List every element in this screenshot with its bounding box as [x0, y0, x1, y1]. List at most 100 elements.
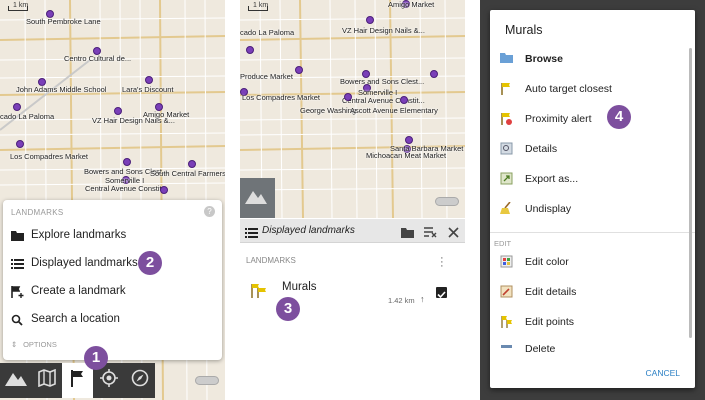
close-icon[interactable] — [448, 225, 459, 243]
panel-displayed-landmarks: 1 km cado La Paloma VZ Hair Design Nails… — [240, 0, 465, 400]
details-icon — [500, 142, 513, 155]
list-remove-icon[interactable] — [424, 225, 437, 243]
mountain-icon[interactable] — [245, 188, 267, 209]
edit-section-label: EDIT — [494, 239, 512, 248]
map-poi-marker[interactable] — [13, 103, 21, 111]
flags-icon — [250, 282, 268, 303]
list-icon — [11, 258, 24, 269]
folder-icon[interactable] — [401, 225, 414, 243]
dialog-item-label: Details — [525, 142, 558, 155]
map-label: George Washing — [300, 106, 357, 115]
panel-landmarks-menu: 1 km South Pembroke Lane Centro Cultural… — [0, 0, 225, 400]
map-label: John Adams Middle School — [16, 85, 107, 94]
map-label: Central Avenue Constit... — [342, 96, 425, 105]
edit-color-item[interactable]: Edit color — [500, 255, 569, 268]
help-icon[interactable]: ? — [204, 206, 215, 217]
edit-details-item[interactable]: Edit details — [500, 285, 576, 298]
map-label: Ascott Avenue Elementary — [350, 106, 438, 115]
dialog-item-label: Export as... — [525, 172, 579, 185]
map-view[interactable]: 1 km cado La Paloma VZ Hair Design Nails… — [240, 0, 465, 218]
auto-target-closest-item[interactable]: Auto target closest — [500, 82, 612, 95]
explore-landmarks-item[interactable]: Explore landmarks — [11, 229, 126, 241]
map-poi-marker[interactable] — [400, 96, 408, 104]
map-poi-marker[interactable] — [123, 158, 131, 166]
scrollbar[interactable] — [689, 48, 692, 338]
map-label: VZ Hair Design Nails &... — [342, 26, 425, 35]
map-poi-marker[interactable] — [366, 16, 374, 24]
dialog-item-label: Undisplay — [525, 202, 572, 215]
menu-item-label: Displayed landmarks — [31, 257, 138, 269]
map-poi-marker[interactable] — [188, 160, 196, 168]
map-label: Amigo Market — [388, 0, 435, 9]
map-poi-marker[interactable] — [160, 186, 168, 194]
undisplay-item[interactable]: Undisplay — [500, 201, 572, 215]
browse-item[interactable]: Browse — [500, 52, 563, 65]
expand-icon: ⇕ — [11, 340, 18, 349]
more-options-icon[interactable]: · · · — [440, 253, 444, 272]
map-label: Michoacan Meat Market — [366, 151, 447, 160]
create-landmark-item[interactable]: Create a landmark — [11, 285, 126, 298]
compass-icon — [131, 369, 149, 392]
map-poi-marker[interactable] — [145, 76, 153, 84]
drag-handle[interactable] — [195, 376, 219, 385]
map-label: South Pembroke Lane — [26, 17, 101, 26]
dialog-item-label: Edit points — [525, 315, 575, 328]
dialog-title: Murals — [505, 23, 543, 37]
map-poi-marker[interactable] — [430, 70, 438, 78]
dialog-item-label: Edit details — [525, 285, 577, 298]
landmark-actions-dialog: Murals Browse Auto target closest Proxim… — [490, 10, 695, 388]
map-label: cado La Paloma — [0, 112, 55, 121]
map-label: Los Compadres Market — [10, 152, 88, 161]
displayed-landmarks-toolbar: Displayed landmarks — [240, 219, 465, 243]
menu-item-label: Explore landmarks — [31, 229, 127, 241]
flag-icon — [500, 82, 513, 95]
list-icon — [245, 225, 258, 243]
export-item[interactable]: Export as... — [500, 172, 578, 185]
scale-label: 1 km — [253, 2, 269, 9]
map-poi-marker[interactable] — [16, 140, 24, 148]
divider — [490, 232, 695, 233]
landmarks-menu: LANDMARKS ? Explore landmarks Displayed … — [3, 200, 222, 360]
proximity-alert-item[interactable]: Proximity alert — [500, 112, 592, 125]
step-badge: 1 — [84, 346, 108, 370]
cancel-button[interactable]: CANCEL — [646, 368, 680, 378]
color-palette-icon — [500, 255, 513, 268]
edit-points-item[interactable]: Edit points — [500, 315, 574, 328]
map-button[interactable] — [31, 363, 62, 398]
menu-item-label: Create a landmark — [31, 285, 126, 297]
map-label: Centro Cultural de... — [64, 54, 132, 63]
map-poi-marker[interactable] — [405, 136, 413, 144]
drag-handle[interactable] — [435, 197, 459, 206]
export-icon — [500, 172, 513, 185]
compass-button[interactable] — [124, 363, 155, 398]
proximity-flag-icon — [500, 112, 513, 125]
flag-icon — [70, 369, 86, 392]
map-label: Central Avenue Constit... — [85, 184, 168, 193]
mountain-button[interactable] — [0, 363, 31, 398]
dialog-item-label: Edit color — [525, 255, 569, 268]
map-icon — [37, 368, 56, 392]
map-poi-marker[interactable] — [246, 46, 254, 54]
landmarks-button[interactable] — [62, 363, 93, 398]
scale-label: 1 km — [13, 2, 29, 9]
dialog-item-label: Proximity alert — [525, 112, 592, 125]
map-label: South Central Farmers — [150, 169, 225, 178]
map-poi-marker[interactable] — [344, 93, 352, 101]
trash-icon — [500, 345, 513, 353]
map-poi-marker[interactable] — [295, 66, 303, 74]
edit-details-icon — [500, 285, 513, 298]
map-poi-marker[interactable] — [114, 107, 122, 115]
landmarks-header: LANDMARKS — [11, 208, 64, 217]
folder-icon — [11, 230, 24, 241]
display-checkbox[interactable] — [436, 287, 447, 299]
mountain-icon — [4, 370, 27, 391]
options-label: OPTIONS — [23, 340, 57, 349]
displayed-landmarks-item[interactable]: Displayed landmarks — [11, 257, 138, 269]
delete-item[interactable]: Delete — [500, 345, 555, 353]
panel-landmark-actions: Murals Browse Auto target closest Proxim… — [480, 0, 705, 400]
landmark-distance: 1.42 km — [388, 296, 415, 305]
landmark-list-item[interactable]: Murals 1.42 km ↑ — [240, 275, 465, 315]
options-toggle[interactable]: ⇕ OPTIONS — [11, 340, 57, 349]
search-location-item[interactable]: Search a location — [11, 313, 120, 326]
details-item[interactable]: Details — [500, 142, 557, 155]
